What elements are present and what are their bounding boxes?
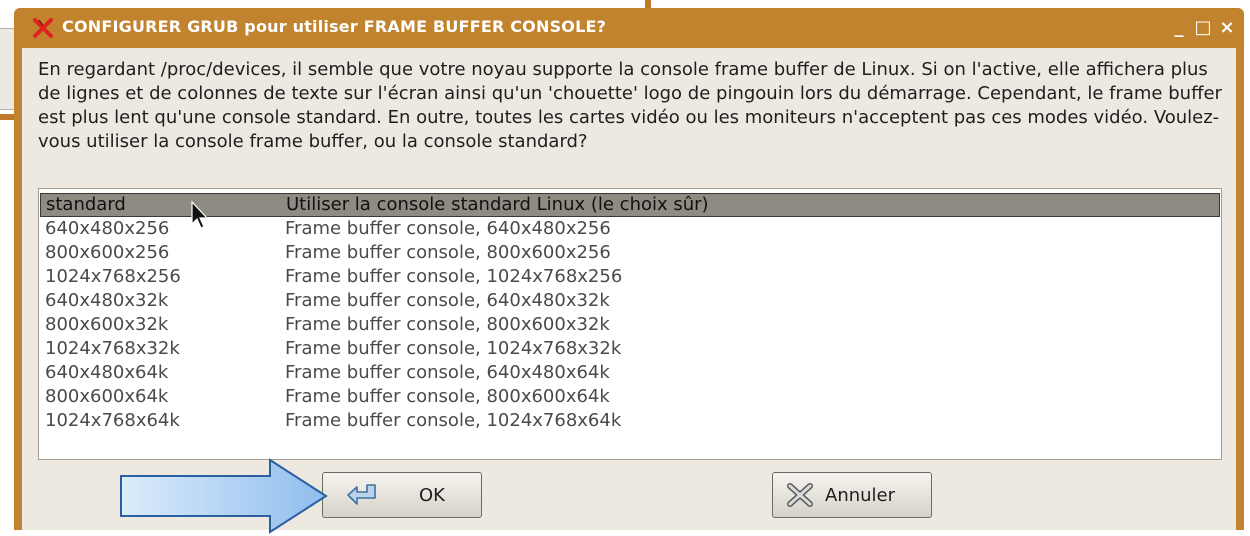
list-item[interactable]: 640x480x32k Frame buffer console, 640x480… [39, 289, 1221, 313]
cancel-button[interactable]: Annuler [772, 472, 932, 518]
option-key: 1024x768x64k [45, 410, 180, 431]
option-key: 1024x768x32k [45, 338, 180, 359]
option-description: Frame buffer console, 640x480x64k [285, 362, 610, 383]
option-description: Frame buffer console, 1024x768x64k [285, 410, 622, 431]
option-key: standard [46, 194, 126, 215]
list-item[interactable]: 640x480x64k Frame buffer console, 640x480… [39, 361, 1221, 385]
option-key: 1024x768x256 [45, 266, 181, 287]
maximize-button[interactable]: □ [1192, 16, 1214, 38]
enter-return-icon [347, 484, 376, 505]
option-key: 800x600x256 [45, 242, 170, 263]
option-description: Frame buffer console, 640x480x256 [285, 218, 611, 239]
cancel-x-icon [787, 483, 813, 507]
maximize-icon: □ [1194, 16, 1212, 38]
option-key: 640x480x32k [45, 290, 169, 311]
option-key: 800x600x32k [45, 314, 169, 335]
option-key: 800x600x64k [45, 386, 169, 407]
list-item[interactable]: standard Utiliser la console standard Lin… [40, 193, 1220, 217]
dialog-message: En regardant /proc/devices, il semble qu… [38, 59, 1222, 152]
option-description: Frame buffer console, 800x600x32k [285, 314, 610, 335]
option-description: Frame buffer console, 1024x768x256 [285, 266, 623, 287]
grub-config-dialog: CONFIGURER GRUB pour utiliser FRAME BUFF… [14, 8, 1244, 530]
list-item[interactable]: 1024x768x256 Frame buffer console, 1024x7… [39, 265, 1221, 289]
resolution-list[interactable]: standard Utiliser la console standard Lin… [38, 188, 1222, 460]
minimize-button[interactable]: _ [1168, 16, 1190, 38]
mouse-pointer-icon [191, 200, 209, 229]
ok-label: OK [419, 485, 445, 506]
list-item[interactable]: 1024x768x64k Frame buffer console, 1024x7… [39, 409, 1221, 433]
minimize-icon: _ [1174, 16, 1184, 38]
cancel-label: Annuler [825, 485, 896, 506]
list-item[interactable]: 800x600x32k Frame buffer console, 800x600… [39, 313, 1221, 337]
option-description: Frame buffer console, 640x480x32k [285, 290, 610, 311]
option-description: Frame buffer console, 1024x768x32k [285, 338, 622, 359]
title-bar[interactable]: CONFIGURER GRUB pour utiliser FRAME BUFF… [14, 8, 1244, 48]
close-icon: × [1219, 16, 1235, 38]
list-item[interactable]: 1024x768x32k Frame buffer console, 1024x7… [39, 337, 1221, 361]
dialog-title: CONFIGURER GRUB pour utiliser FRAME BUFF… [62, 17, 607, 36]
list-item[interactable]: 640x480x256 Frame buffer console, 640x480… [39, 217, 1221, 241]
arrow-right-icon [120, 458, 328, 534]
close-button[interactable]: × [1216, 16, 1238, 38]
list-item[interactable]: 800x600x256 Frame buffer console, 800x600… [39, 241, 1221, 265]
list-item[interactable]: 800x600x64k Frame buffer console, 800x600… [39, 385, 1221, 409]
option-key: 640x480x64k [45, 362, 169, 383]
option-description: Frame buffer console, 800x600x64k [285, 386, 610, 407]
option-description: Utiliser la console standard Linux (le c… [286, 194, 709, 215]
ok-button[interactable]: OK [322, 472, 482, 518]
option-key: 640x480x256 [45, 218, 170, 239]
x-logo-icon [33, 18, 53, 38]
option-description: Frame buffer console, 800x600x256 [285, 242, 611, 263]
